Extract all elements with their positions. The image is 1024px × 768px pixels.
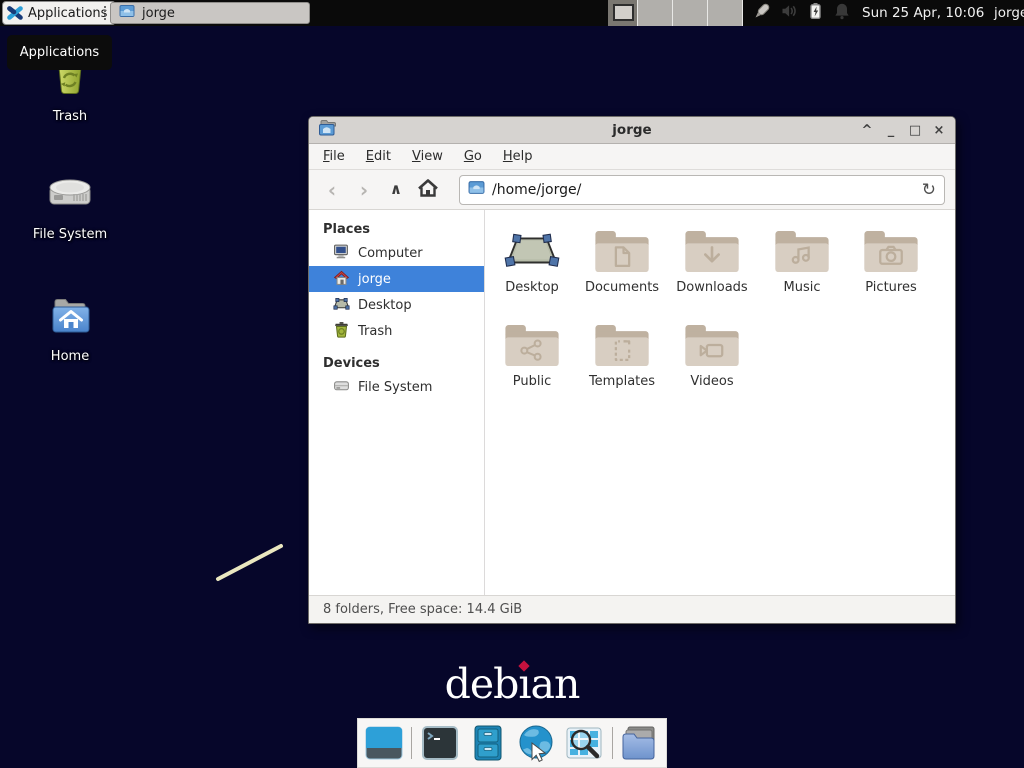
- menu-view[interactable]: View: [412, 149, 443, 164]
- drive-icon: [47, 170, 93, 220]
- file-tile-music[interactable]: Music: [757, 226, 847, 312]
- trash-mini-icon: [333, 321, 350, 342]
- applications-menu-button[interactable]: Applications: [2, 1, 116, 25]
- reload-button[interactable]: ↻: [922, 180, 936, 200]
- sidebar-item-desktop[interactable]: Desktop: [309, 292, 484, 318]
- downloads-folder-icon: [685, 226, 739, 274]
- sidebar-item-trash[interactable]: Trash: [309, 318, 484, 344]
- home-folder-icon: [47, 292, 93, 342]
- file-tile-public[interactable]: Public: [487, 320, 577, 406]
- workspace-2[interactable]: [638, 0, 673, 26]
- sidebar: Places Computer: [309, 210, 485, 595]
- sidebar-item-computer[interactable]: Computer: [309, 240, 484, 266]
- maximize-button[interactable]: □: [907, 123, 923, 138]
- path-folder-icon: [468, 180, 485, 199]
- applications-menu-label: Applications: [28, 6, 107, 21]
- menu-go[interactable]: Go: [464, 149, 482, 164]
- battery-charging-icon[interactable]: [807, 2, 824, 25]
- file-icon-view[interactable]: Desktop Docume: [485, 210, 955, 595]
- file-manager-launcher[interactable]: [467, 722, 508, 764]
- sidebar-item-jorge[interactable]: jorge: [309, 266, 484, 292]
- taskbar-window-button[interactable]: jorge: [110, 2, 310, 24]
- public-folder-icon: [505, 320, 559, 368]
- volume-icon[interactable]: [780, 2, 798, 24]
- file-tile-pictures[interactable]: Pictures: [846, 226, 936, 312]
- panel-username[interactable]: jorge: [994, 0, 1024, 26]
- close-button[interactable]: ×: [931, 123, 947, 138]
- file-tile-templates[interactable]: Templates: [577, 320, 667, 406]
- statusbar: 8 folders, Free space: 14.4 GiB: [309, 595, 955, 623]
- application-finder-launcher[interactable]: [564, 722, 605, 764]
- sidebar-header-places: Places: [309, 218, 484, 240]
- taskbar-window-label: jorge: [142, 6, 175, 21]
- menu-help[interactable]: Help: [503, 149, 533, 164]
- file-tile-downloads[interactable]: Downloads: [667, 226, 757, 312]
- desktop-icon-file-system[interactable]: File System: [18, 170, 122, 242]
- sidebar-header-devices: Devices: [309, 352, 484, 374]
- home-icon: [333, 269, 350, 290]
- workspace-1[interactable]: [608, 0, 638, 26]
- window-titlebar[interactable]: jorge ^ _ □ ×: [309, 117, 955, 144]
- debian-logo: debıan: [0, 660, 1024, 708]
- file-manager-window: jorge ^ _ □ × File Edit View Go Help ‹ ›…: [308, 116, 956, 624]
- shade-button[interactable]: ^: [859, 123, 875, 138]
- tablet-stylus-icon[interactable]: [752, 2, 771, 25]
- desktop-icon-label: Trash: [53, 109, 87, 124]
- toolbar: ‹ › ∧ /home/jorge/ ↻: [309, 170, 955, 210]
- templates-folder-icon: [595, 320, 649, 368]
- music-folder-icon: [775, 226, 829, 274]
- statusbar-text: 8 folders, Free space: 14.4 GiB: [323, 602, 522, 617]
- xfce-applications-icon: [7, 5, 23, 21]
- file-tile-videos[interactable]: Videos: [667, 320, 757, 406]
- desktop: Applications jorge: [0, 0, 1024, 768]
- desktop-folder-icon: [504, 226, 560, 274]
- drive-mini-icon: [333, 377, 350, 398]
- file-tile-desktop[interactable]: Desktop: [487, 226, 577, 312]
- workspace-3[interactable]: [673, 0, 708, 26]
- dock-separator: [612, 727, 613, 759]
- computer-icon: [333, 243, 350, 264]
- panel-handle[interactable]: [104, 6, 107, 20]
- show-desktop-button[interactable]: [363, 722, 404, 764]
- sidebar-item-file-system[interactable]: File System: [309, 374, 484, 400]
- web-browser-launcher[interactable]: [516, 722, 557, 764]
- dock-separator: [411, 727, 412, 759]
- workspace-window-thumb: [613, 4, 634, 21]
- desktop-icon-label: File System: [33, 227, 107, 242]
- desktop-stray-line: [210, 538, 292, 586]
- forward-button[interactable]: ›: [351, 180, 377, 200]
- directory-menu-launcher[interactable]: [620, 722, 661, 764]
- back-button[interactable]: ‹: [319, 180, 345, 200]
- system-tray: [752, 0, 851, 26]
- panel-clock[interactable]: Sun 25 Apr, 10:06: [862, 0, 984, 26]
- notification-bell-icon[interactable]: [833, 2, 851, 24]
- dock-panel: [357, 718, 667, 768]
- top-panel: Applications jorge: [0, 0, 1024, 26]
- file-tile-documents[interactable]: Documents: [577, 226, 667, 312]
- workspace-4[interactable]: [708, 0, 743, 26]
- desktop-icon-home[interactable]: Home: [18, 292, 122, 364]
- path-bar[interactable]: /home/jorge/ ↻: [459, 175, 945, 205]
- menubar: File Edit View Go Help: [309, 144, 955, 170]
- folder-icon: [119, 4, 135, 22]
- home-button[interactable]: [415, 178, 441, 201]
- desktop-mini-icon: [333, 295, 350, 316]
- pictures-folder-icon: [864, 226, 918, 274]
- path-input[interactable]: /home/jorge/: [492, 182, 915, 198]
- menu-file[interactable]: File: [323, 149, 345, 164]
- documents-folder-icon: [595, 226, 649, 274]
- menu-edit[interactable]: Edit: [366, 149, 391, 164]
- applications-tooltip: Applications: [7, 35, 112, 70]
- up-button[interactable]: ∧: [383, 182, 409, 197]
- minimize-button[interactable]: _: [883, 123, 899, 138]
- desktop-icon-label: Home: [51, 349, 89, 364]
- terminal-launcher[interactable]: [419, 722, 460, 764]
- workspace-pager[interactable]: [608, 0, 743, 26]
- videos-folder-icon: [685, 320, 739, 368]
